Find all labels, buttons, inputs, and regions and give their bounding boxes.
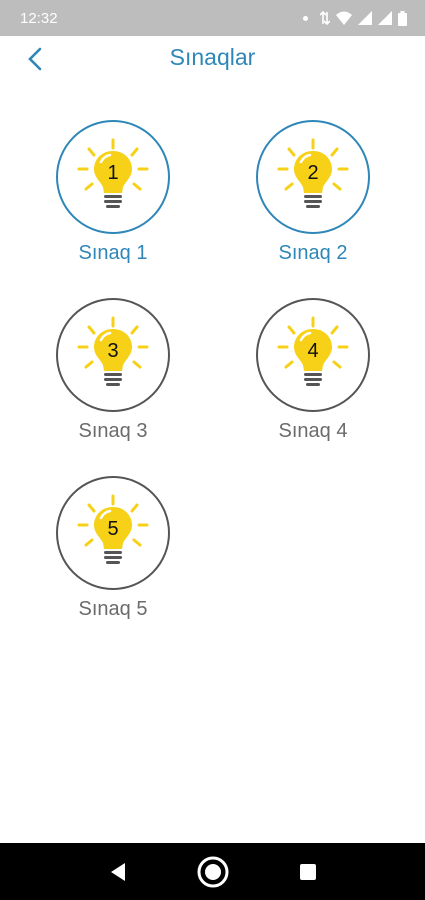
- test-item-4[interactable]: 4 Sınaq 4: [243, 298, 383, 443]
- test-item-1[interactable]: 1 Sınaq 1: [43, 120, 183, 265]
- page-title: Sınaqlar: [169, 44, 256, 70]
- test-number: 2: [307, 162, 318, 184]
- lightbulb-icon: 5: [77, 494, 149, 564]
- test-label: Sınaq 2: [278, 242, 348, 264]
- test-circle[interactable]: 4: [256, 298, 370, 412]
- test-label: Sınaq 3: [78, 420, 148, 442]
- lightbulb-icon: 1: [77, 138, 149, 208]
- navigation-bar: [0, 843, 425, 900]
- test-circle[interactable]: 1: [56, 120, 170, 234]
- signal-icon: [358, 11, 372, 25]
- test-item-2[interactable]: 2 Sınaq 2: [243, 120, 383, 265]
- status-bar: 12:32: [0, 0, 425, 36]
- lightbulb-icon: 4: [277, 316, 349, 386]
- battery-icon: [398, 10, 407, 26]
- test-number: 5: [107, 518, 118, 540]
- app-bar: Sınaqlar: [0, 36, 425, 82]
- lightbulb-icon: 2: [277, 138, 349, 208]
- status-icons: [303, 10, 407, 26]
- test-item-5[interactable]: 5 Sınaq 5: [43, 476, 183, 621]
- test-label: Sınaq 5: [78, 598, 148, 620]
- notification-dot-icon: [303, 15, 308, 21]
- test-number: 4: [307, 340, 318, 362]
- nav-home-button[interactable]: [193, 852, 233, 892]
- test-number: 3: [107, 340, 118, 362]
- test-label: Sınaq 4: [278, 420, 348, 442]
- test-circle[interactable]: 2: [256, 120, 370, 234]
- data-arrows-icon: [320, 11, 330, 25]
- test-circle[interactable]: 5: [56, 476, 170, 590]
- triangle-back-icon: [110, 862, 125, 881]
- status-time: 12:32: [20, 9, 58, 27]
- wifi-icon: [336, 11, 352, 25]
- test-number: 1: [107, 162, 118, 184]
- circle-home-icon: [197, 856, 228, 887]
- square-recents-icon: [299, 863, 316, 880]
- lightbulb-icon: 3: [77, 316, 149, 386]
- signal-2-icon: [378, 11, 392, 25]
- nav-back-button[interactable]: [98, 852, 138, 892]
- test-item-3[interactable]: 3 Sınaq 3: [43, 298, 183, 443]
- test-circle[interactable]: 3: [56, 298, 170, 412]
- nav-recents-button[interactable]: [288, 852, 328, 892]
- test-label: Sınaq 1: [78, 242, 148, 264]
